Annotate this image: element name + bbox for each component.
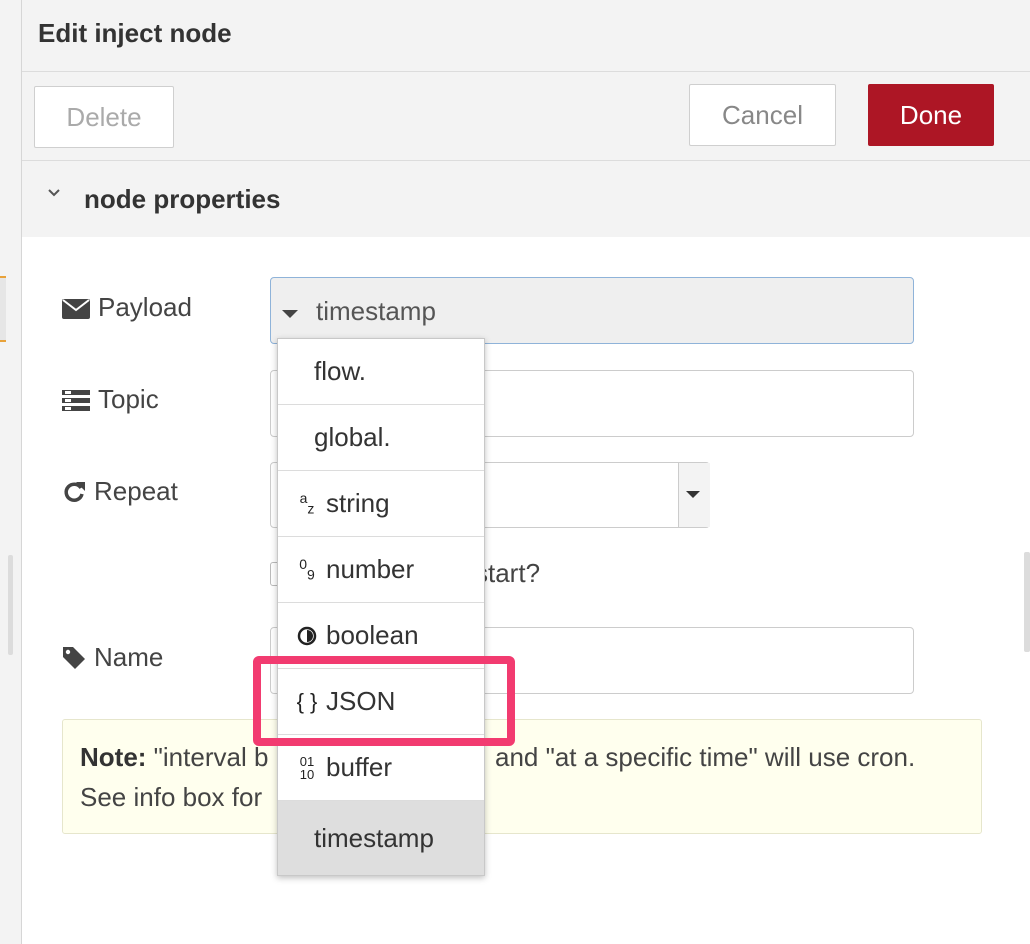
- caret-down-icon[interactable]: [282, 310, 298, 318]
- menu-item-label: global.: [314, 422, 391, 452]
- binary-icon: 01 10: [299, 753, 315, 782]
- 09-icon: 09: [299, 556, 315, 583]
- resize-handle-right[interactable]: [1024, 552, 1030, 652]
- topic-label: Topic: [98, 384, 159, 414]
- menu-item-label: buffer: [326, 752, 393, 782]
- json-highlight-box: [253, 656, 515, 746]
- chevron-down-icon[interactable]: [44, 183, 64, 203]
- workspace-edge: [0, 0, 22, 944]
- toggle-icon: [292, 626, 322, 646]
- payload-label-row: Payload: [62, 292, 192, 323]
- menu-item-string[interactable]: az string: [278, 471, 484, 537]
- menu-item-label: number: [326, 554, 415, 584]
- tasks-icon: [62, 389, 90, 411]
- az-icon: az: [299, 490, 315, 517]
- menu-item-global[interactable]: global.: [278, 405, 484, 471]
- repeat-label: Repeat: [94, 476, 178, 506]
- delete-button[interactable]: Delete: [34, 86, 174, 148]
- name-label: Name: [94, 642, 164, 672]
- note-line-1: Note: "interval b: [80, 742, 268, 773]
- menu-item-label: boolean: [326, 620, 419, 650]
- repeat-label-row: Repeat: [62, 476, 178, 507]
- workspace-node-edge: [0, 276, 6, 342]
- note-line-1-right: and "at a specific time" will use cron.: [495, 742, 916, 772]
- tray-title: Edit inject node: [38, 18, 232, 48]
- menu-item-number[interactable]: 09 number: [278, 537, 484, 603]
- note-bold: Note:: [80, 742, 147, 772]
- menu-item-timestamp[interactable]: timestamp: [278, 801, 484, 875]
- name-label-row: Name: [62, 642, 163, 673]
- note-line-1-left: "interval b: [153, 742, 269, 772]
- tag-icon: [63, 646, 85, 669]
- menu-item-flow[interactable]: flow.: [278, 339, 484, 405]
- envelope-icon: [62, 298, 90, 319]
- note-line-2: See info box for: [80, 782, 263, 812]
- cancel-button[interactable]: Cancel: [689, 84, 836, 146]
- topic-label-row: Topic: [62, 384, 159, 415]
- payload-type-menu: flow. global. az string 09 number boolea…: [277, 338, 485, 876]
- payload-value: timestamp: [316, 296, 436, 326]
- done-button[interactable]: Done: [868, 84, 994, 146]
- menu-item-label: timestamp: [314, 822, 434, 853]
- menu-item-label: flow.: [314, 356, 367, 386]
- menu-item-label: string: [326, 488, 390, 518]
- note-box: [62, 719, 982, 834]
- repeat-icon: [64, 481, 85, 502]
- section-title: node properties: [84, 184, 281, 214]
- resize-handle-left[interactable]: [8, 555, 13, 655]
- payload-label: Payload: [98, 292, 192, 322]
- caret-down-icon[interactable]: [686, 491, 700, 498]
